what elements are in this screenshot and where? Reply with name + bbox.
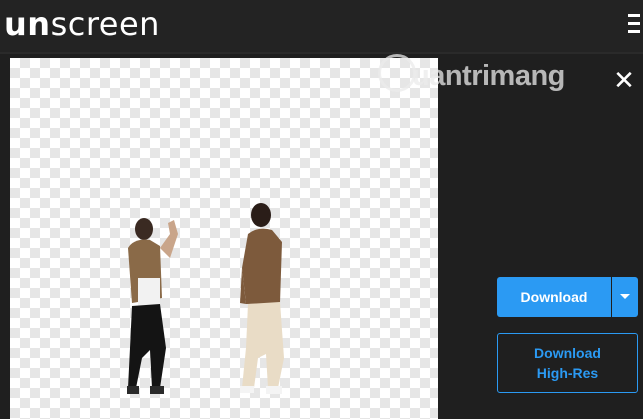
person-right-figure bbox=[240, 203, 284, 394]
logo-text-un: un bbox=[4, 5, 51, 43]
top-bar: unscreen bbox=[0, 0, 643, 54]
download-high-res-line1: Download bbox=[534, 345, 601, 361]
download-button-group: Download bbox=[497, 277, 638, 317]
download-high-res-button[interactable]: Download High-Res bbox=[497, 333, 638, 393]
close-icon[interactable]: ✕ bbox=[612, 68, 636, 94]
unscreen-logo[interactable]: unscreen bbox=[4, 6, 160, 42]
download-button[interactable]: Download bbox=[497, 277, 611, 317]
logo-text-screen: screen bbox=[50, 5, 160, 43]
person-left-figure bbox=[127, 218, 178, 394]
hamburger-menu-icon[interactable] bbox=[628, 14, 643, 38]
chevron-down-icon bbox=[620, 294, 630, 299]
download-options-button[interactable] bbox=[612, 277, 638, 317]
people-cutout-image bbox=[127, 203, 284, 394]
download-high-res-line2: High-Res bbox=[536, 365, 599, 381]
video-preview bbox=[10, 58, 438, 419]
